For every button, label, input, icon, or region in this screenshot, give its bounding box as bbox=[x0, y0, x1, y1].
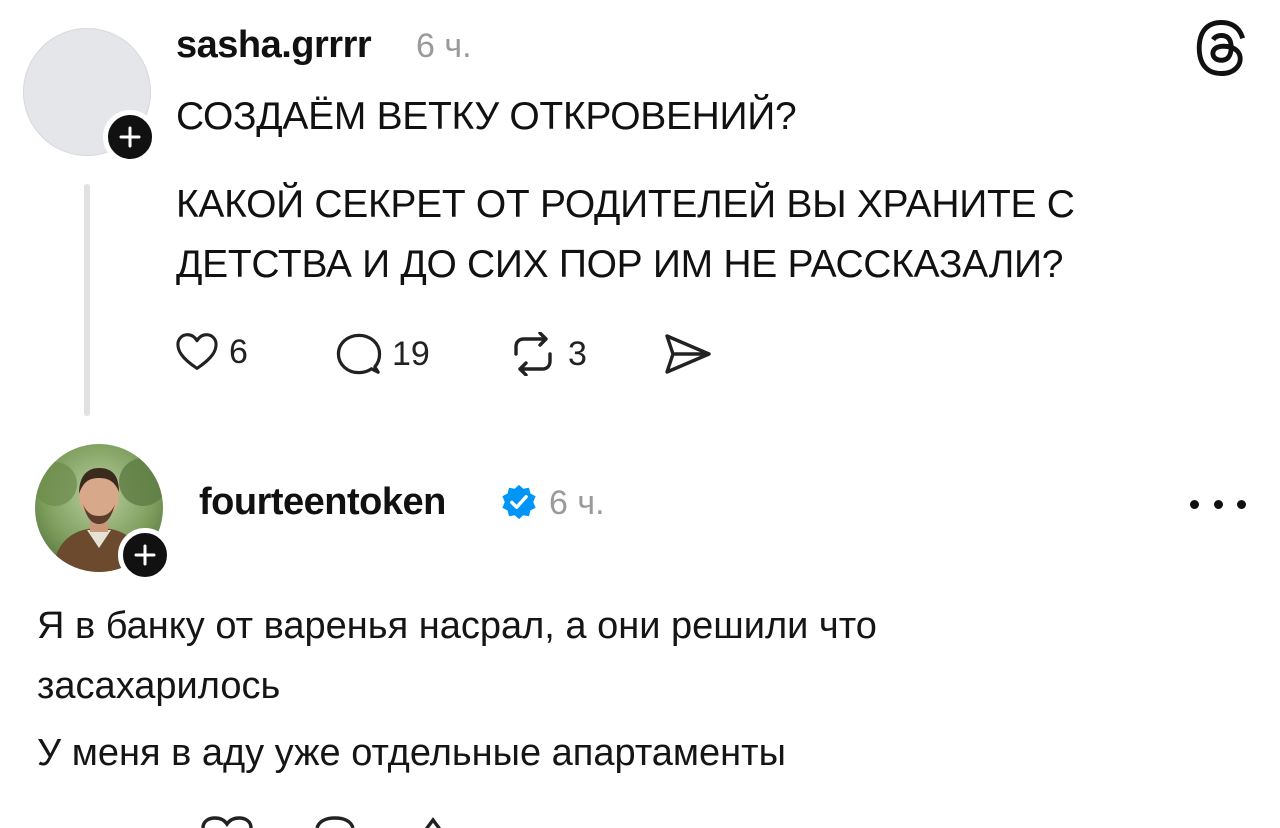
post-timestamp: 6 ч. bbox=[549, 484, 605, 522]
post-text-line: У меня в аду уже отдельные апартаменты bbox=[37, 732, 786, 774]
like-button[interactable]: 6 bbox=[175, 332, 248, 372]
post-username[interactable]: sasha.grrrr bbox=[176, 24, 372, 67]
repost-icon bbox=[514, 332, 552, 376]
more-options-button[interactable] bbox=[1190, 494, 1246, 514]
plus-icon bbox=[134, 544, 156, 566]
post-text-line: Я в банку от варенья насрал, а они решил… bbox=[37, 605, 877, 647]
verified-badge-icon bbox=[502, 484, 536, 520]
like-count: 6 bbox=[229, 332, 248, 371]
post-timestamp: 6 ч. bbox=[416, 27, 472, 65]
send-icon bbox=[665, 334, 711, 374]
post-text-line: КАКОЙ СЕКРЕТ ОТ РОДИТЕЛЕЙ ВЫ ХРАНИТЕ С bbox=[176, 183, 1075, 226]
repost-button[interactable]: 3 bbox=[508, 332, 587, 376]
follow-button[interactable] bbox=[103, 110, 157, 164]
share-button[interactable] bbox=[663, 332, 713, 376]
more-icon bbox=[1237, 499, 1246, 509]
more-icon bbox=[1190, 499, 1199, 509]
more-icon bbox=[1213, 499, 1223, 509]
reply-count: 19 bbox=[392, 334, 430, 373]
plus-icon bbox=[119, 126, 141, 148]
reply-button[interactable]: 19 bbox=[336, 332, 430, 376]
threads-logo-icon[interactable] bbox=[1193, 20, 1249, 76]
post-text-line: ДЕТСТВА И ДО СИХ ПОР ИМ НЕ РАССКАЗАЛИ? bbox=[176, 243, 1064, 286]
post-text-line: засахарилось bbox=[37, 665, 281, 707]
post-text-line: СОЗДАЁМ ВЕТКУ ОТКРОВЕНИЙ? bbox=[176, 95, 797, 138]
comment-icon bbox=[336, 333, 382, 375]
follow-button[interactable] bbox=[118, 528, 172, 582]
thread-connector-line bbox=[84, 184, 90, 416]
action-bar-partial bbox=[201, 816, 441, 828]
heart-icon bbox=[176, 333, 218, 370]
repost-count: 3 bbox=[568, 334, 587, 373]
post-username[interactable]: fourteentoken bbox=[199, 481, 446, 524]
